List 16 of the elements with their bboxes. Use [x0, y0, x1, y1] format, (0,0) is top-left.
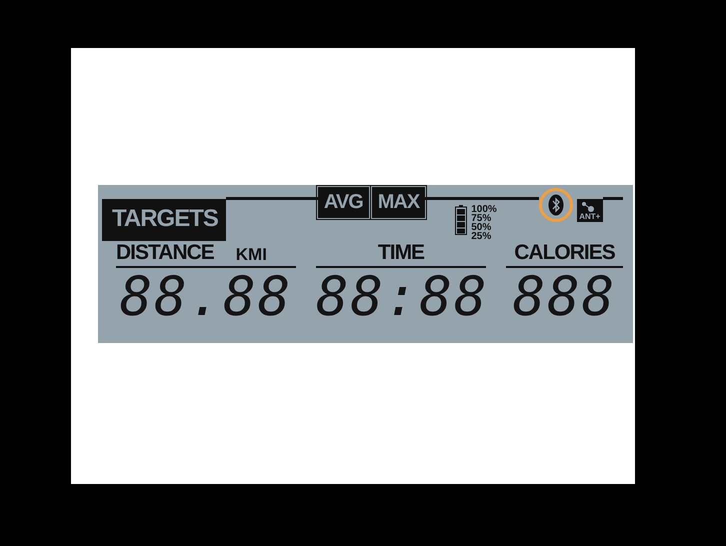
targets-label: TARGETS — [102, 199, 226, 241]
segment-digits: 88.88 — [118, 268, 294, 326]
battery-level-label: 25% — [471, 232, 492, 241]
field-label: CALORIES — [514, 241, 615, 265]
segment-digits: 888 — [512, 268, 618, 326]
unit-label: KMI — [236, 245, 267, 265]
segment-digits: 88:88 — [316, 268, 486, 326]
ant-plus-badge: ANT+ — [576, 199, 603, 222]
mode-indicator: AVG — [318, 187, 369, 218]
battery-level-label: 100% — [471, 205, 497, 214]
battery-level-label: 75% — [471, 214, 492, 223]
mode-indicator: MAX — [372, 187, 426, 218]
field-label: DISTANCE — [116, 241, 214, 265]
battery-level-label: 50% — [471, 223, 492, 232]
field-label: TIME — [378, 241, 424, 265]
battery-icon — [455, 205, 468, 235]
